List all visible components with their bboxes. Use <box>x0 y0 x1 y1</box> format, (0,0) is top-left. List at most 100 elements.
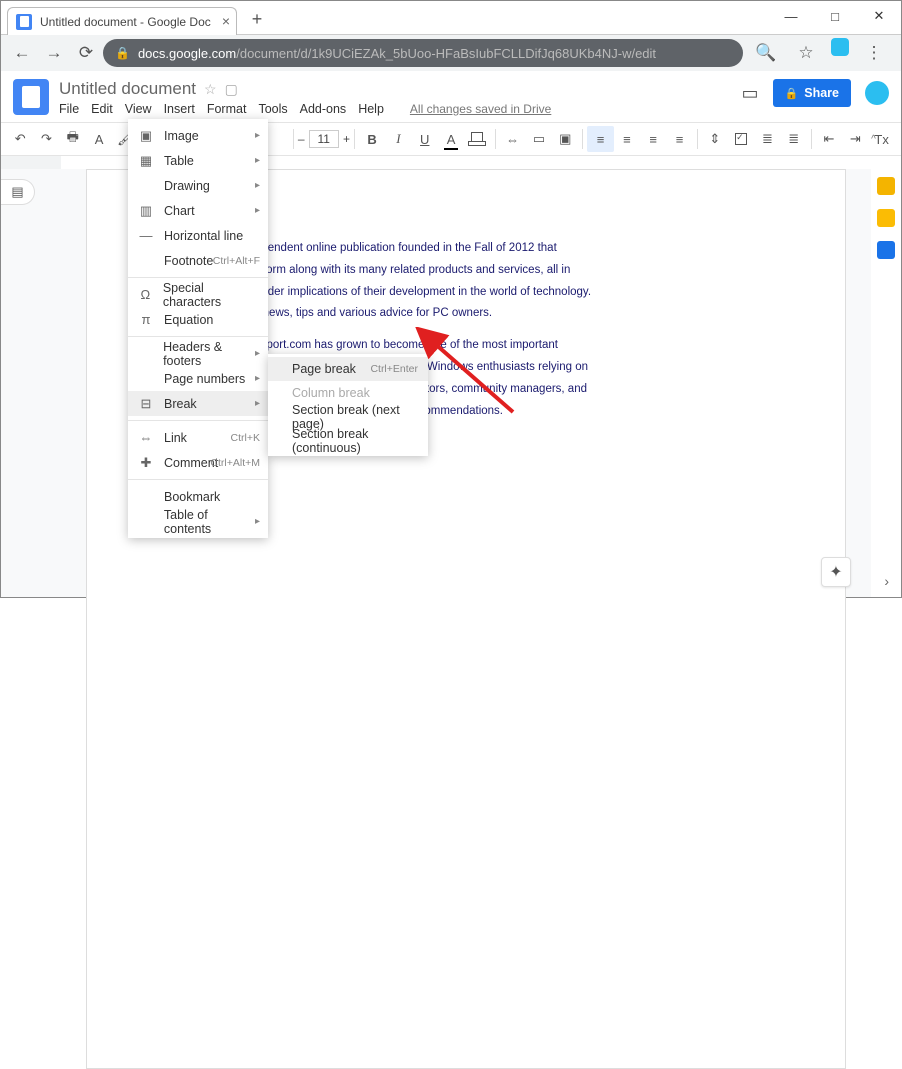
font-size-control[interactable]: – 11 + <box>298 130 350 148</box>
menu-separator <box>128 336 268 337</box>
reload-button[interactable]: ⟳ <box>71 38 101 68</box>
url-host: docs.google.com <box>138 46 236 61</box>
add-comment-button[interactable]: ▭ <box>526 126 552 152</box>
text-color-button[interactable]: A <box>438 126 464 152</box>
browser-tab[interactable]: Untitled document - Google Doc × <box>7 7 237 35</box>
menu-item-table[interactable]: ▦Table▸ <box>128 148 268 173</box>
italic-button[interactable]: I <box>385 126 411 152</box>
highlight-button[interactable] <box>464 126 490 152</box>
new-tab-button[interactable]: + <box>243 9 271 30</box>
page-zoom-icon[interactable]: 🔍 <box>751 38 781 68</box>
star-icon[interactable]: ☆ <box>204 81 217 98</box>
keep-icon[interactable] <box>877 209 895 227</box>
menu-item-bookmark[interactable]: Bookmark <box>128 484 268 509</box>
menu-item-toc[interactable]: Table of contents▸ <box>128 509 268 534</box>
break-submenu-popup: Page breakCtrl+Enter Column break Sectio… <box>268 354 428 456</box>
hide-menus-toggle[interactable]: ^ <box>860 126 887 152</box>
menu-file[interactable]: File <box>59 102 79 116</box>
undo-button[interactable]: ↶ <box>7 126 33 152</box>
insert-image-button[interactable]: ▣ <box>552 126 578 152</box>
separator <box>811 129 812 149</box>
tab-close-icon[interactable]: × <box>222 14 230 28</box>
menu-tools[interactable]: Tools <box>258 102 287 116</box>
menu-item-footnote[interactable]: FootnoteCtrl+Alt+F <box>128 248 268 273</box>
chart-icon: ▥ <box>138 203 154 219</box>
menu-item-break[interactable]: ⊟Break▸ <box>128 391 268 416</box>
bulleted-list-button[interactable]: ≣ <box>754 126 780 152</box>
menu-item-section-break-next[interactable]: Section break (next page) <box>268 405 428 429</box>
docs-logo-icon[interactable] <box>13 79 49 115</box>
left-gutter: ▤ <box>1 169 61 597</box>
outline-toggle[interactable]: ▤ <box>1 179 35 205</box>
tasks-icon[interactable] <box>877 241 895 259</box>
save-status[interactable]: All changes saved in Drive <box>410 102 551 116</box>
align-right-button[interactable]: ≡ <box>640 126 666 152</box>
spellcheck-button[interactable]: A <box>86 126 112 152</box>
menu-item-special-chars[interactable]: ΩSpecial characters <box>128 282 268 307</box>
submenu-arrow-icon: ▸ <box>255 398 260 409</box>
separator <box>495 129 496 149</box>
menu-separator <box>128 277 268 278</box>
menu-item-comment[interactable]: ✚CommentCtrl+Alt+M <box>128 450 268 475</box>
document-title[interactable]: Untitled document <box>59 79 196 99</box>
separator <box>354 129 355 149</box>
size-minus[interactable]: – <box>298 132 305 146</box>
forward-button[interactable]: → <box>39 38 69 68</box>
close-window-button[interactable]: ✕ <box>857 1 901 31</box>
browser-toolbar: ← → ⟳ 🔒 docs.google.com/document/d/1k9UC… <box>1 35 901 71</box>
submenu-arrow-icon: ▸ <box>255 180 260 191</box>
menu-view[interactable]: View <box>125 102 152 116</box>
menu-insert[interactable]: Insert <box>164 102 195 116</box>
checklist-button[interactable] <box>728 126 754 152</box>
maximize-button[interactable]: □ <box>813 1 857 31</box>
bold-button[interactable]: B <box>359 126 385 152</box>
minimize-button[interactable]: — <box>769 1 813 31</box>
menu-edit[interactable]: Edit <box>91 102 113 116</box>
back-button[interactable]: ← <box>7 38 37 68</box>
scroll-right-icon[interactable]: › <box>884 573 889 589</box>
align-center-button[interactable]: ≡ <box>614 126 640 152</box>
align-justify-button[interactable]: ≡ <box>666 126 692 152</box>
underline-button[interactable]: U <box>412 126 438 152</box>
share-button[interactable]: 🔒Share <box>773 79 851 107</box>
menu-item-link[interactable]: ⇔LinkCtrl+K <box>128 425 268 450</box>
side-panel <box>871 169 901 597</box>
size-value[interactable]: 11 <box>309 130 339 148</box>
menu-item-equation[interactable]: πEquation <box>128 307 268 332</box>
insert-menu-popup: ▣Image▸ ▦Table▸ Drawing▸ ▥Chart▸ —Horizo… <box>128 119 268 538</box>
explore-button[interactable]: ✦ <box>821 557 851 587</box>
browser-menu-icon[interactable]: ⋮ <box>859 38 889 68</box>
size-plus[interactable]: + <box>343 132 350 146</box>
move-icon[interactable]: ▢ <box>225 81 238 98</box>
separator <box>582 129 583 149</box>
account-avatar[interactable] <box>865 81 889 105</box>
bookmark-star-icon[interactable]: ☆ <box>791 38 821 68</box>
browser-title-bar: Untitled document - Google Doc × + — □ ✕ <box>1 1 901 35</box>
submenu-arrow-icon: ▸ <box>255 130 260 141</box>
menu-item-image[interactable]: ▣Image▸ <box>128 123 268 148</box>
menu-item-page-break[interactable]: Page breakCtrl+Enter <box>268 357 428 381</box>
insert-link-button[interactable]: ⇔ <box>500 126 526 152</box>
address-bar[interactable]: 🔒 docs.google.com/document/d/1k9UCiEZAk_… <box>103 39 743 67</box>
align-left-button[interactable]: ≡ <box>587 126 613 152</box>
menu-item-drawing[interactable]: Drawing▸ <box>128 173 268 198</box>
decrease-indent-button[interactable]: ⇤ <box>816 126 842 152</box>
numbered-list-button[interactable]: ≣ <box>781 126 807 152</box>
menu-help[interactable]: Help <box>358 102 384 116</box>
hline-icon: — <box>138 228 154 243</box>
menu-item-chart[interactable]: ▥Chart▸ <box>128 198 268 223</box>
menu-addons[interactable]: Add-ons <box>300 102 347 116</box>
menu-item-section-break-cont[interactable]: Section break (continuous) <box>268 429 428 453</box>
menu-format[interactable]: Format <box>207 102 247 116</box>
pi-icon: π <box>138 312 154 327</box>
extension-icon[interactable] <box>831 38 849 56</box>
redo-button[interactable]: ↷ <box>33 126 59 152</box>
menu-item-hline[interactable]: —Horizontal line <box>128 223 268 248</box>
menu-item-pagenumbers[interactable]: Page numbers▸ <box>128 366 268 391</box>
menu-item-headers[interactable]: Headers & footers▸ <box>128 341 268 366</box>
print-button[interactable]: 🖶 <box>60 126 86 152</box>
calendar-icon[interactable] <box>877 177 895 195</box>
line-spacing-button[interactable]: ⇕ <box>702 126 728 152</box>
open-comments-icon[interactable]: ▭ <box>742 83 759 104</box>
checklist-icon <box>735 133 747 145</box>
